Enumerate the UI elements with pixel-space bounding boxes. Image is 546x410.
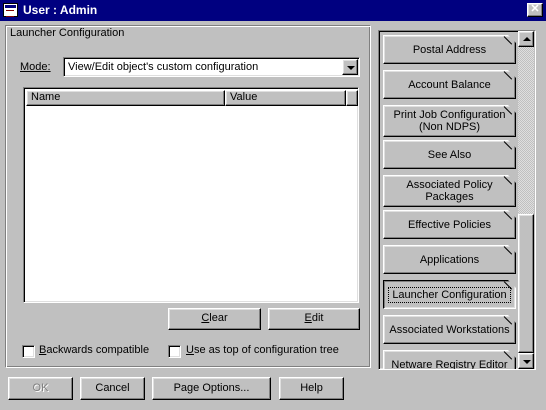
- ok-button[interactable]: OK: [8, 377, 73, 400]
- tab-postal-address[interactable]: Postal Address: [383, 35, 516, 64]
- close-icon: ✕: [530, 3, 540, 15]
- mode-label: Mode:: [20, 61, 51, 73]
- close-button[interactable]: ✕: [527, 3, 543, 17]
- window-title: User : Admin: [23, 3, 98, 17]
- use-as-top-label[interactable]: Use as top of configuration tree: [186, 344, 339, 356]
- user-object-icon: [3, 3, 18, 17]
- cancel-button[interactable]: Cancel: [80, 377, 145, 400]
- title-bar: User : Admin ✕: [0, 0, 546, 21]
- page-tabs-panel: Postal Address Account Balance Print Job…: [378, 30, 536, 370]
- tabs-scrollbar[interactable]: [518, 31, 535, 369]
- column-header-value[interactable]: Value: [225, 90, 346, 106]
- tab-print-job-configuration[interactable]: Print Job Configuration (Non NDPS): [383, 105, 516, 137]
- backwards-compatible-label[interactable]: Backwards compatible: [39, 344, 149, 356]
- scroll-down-icon[interactable]: [518, 353, 534, 369]
- edit-button[interactable]: Edit: [268, 308, 360, 330]
- launcher-configuration-panel: Launcher Configuration Mode: View/Edit o…: [5, 25, 371, 368]
- column-header-name[interactable]: Name: [26, 90, 225, 106]
- tab-see-also[interactable]: See Also: [383, 140, 516, 169]
- tab-applications[interactable]: Applications: [383, 245, 516, 274]
- mode-value: View/Edit object's custom configuration: [68, 61, 259, 73]
- backwards-compatible-checkbox[interactable]: [22, 345, 35, 358]
- tab-launcher-configuration[interactable]: Launcher Configuration: [383, 280, 516, 309]
- clear-button[interactable]: Clear: [168, 308, 261, 330]
- column-header-spacer: [346, 90, 358, 106]
- list-header: Name Value: [26, 90, 358, 106]
- configuration-list[interactable]: Name Value: [23, 87, 359, 303]
- help-button[interactable]: Help: [279, 377, 344, 400]
- use-as-top-checkbox[interactable]: [168, 345, 181, 358]
- mode-select[interactable]: View/Edit object's custom configuration: [63, 57, 360, 77]
- page-options-button[interactable]: Page Options...: [152, 377, 271, 400]
- tab-associated-workstations[interactable]: Associated Workstations: [383, 315, 516, 344]
- scrollbar-thumb[interactable]: [518, 214, 534, 353]
- scroll-up-icon[interactable]: [518, 31, 534, 47]
- tab-account-balance[interactable]: Account Balance: [383, 70, 516, 99]
- chevron-down-icon[interactable]: [342, 59, 358, 75]
- tab-effective-policies[interactable]: Effective Policies: [383, 210, 516, 239]
- panel-title: Launcher Configuration: [10, 27, 125, 39]
- tab-associated-policy-packages[interactable]: Associated Policy Packages: [383, 175, 516, 207]
- tab-netware-registry-editor[interactable]: Netware Registry Editor: [383, 350, 516, 369]
